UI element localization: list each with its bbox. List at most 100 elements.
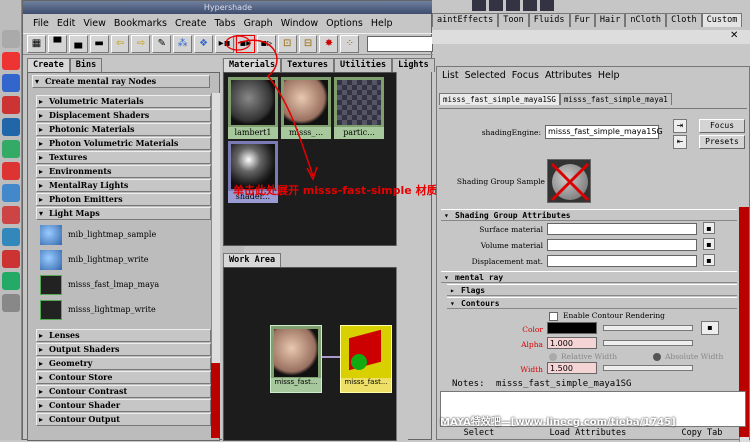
menu-view[interactable]: View xyxy=(79,16,110,33)
map-button-icon[interactable]: ▪ xyxy=(703,254,715,266)
load-attributes-button[interactable]: Load Attributes xyxy=(550,428,627,440)
rearrange-graph-icon[interactable]: ⁂ xyxy=(173,35,193,53)
tab-lights[interactable]: Lights xyxy=(392,58,435,72)
back-arrow-icon[interactable]: ⇦ xyxy=(110,35,130,53)
create-mental-ray-header[interactable]: Create mental ray Nodes xyxy=(32,75,210,88)
relative-width-radio[interactable] xyxy=(549,353,557,361)
map-button-icon[interactable]: ▪ xyxy=(703,238,715,250)
rotate-tool-icon[interactable] xyxy=(2,96,20,114)
layout-grid-icon[interactable]: ▦ xyxy=(27,35,46,53)
forward-arrow-icon[interactable]: ⇨ xyxy=(131,35,151,53)
section-photon-emitters[interactable]: Photon Emitters xyxy=(36,193,211,206)
close-icon[interactable]: ✕ xyxy=(730,30,744,43)
absolute-width-radio[interactable] xyxy=(653,353,661,361)
color-slider[interactable] xyxy=(603,325,693,331)
materials-scrollbar[interactable] xyxy=(396,72,408,246)
graph-network-icon[interactable]: ❖ xyxy=(194,35,214,53)
tab-material[interactable]: misss_fast_simple_maya1 xyxy=(559,93,672,105)
volume-material-field[interactable] xyxy=(547,239,697,251)
select-button[interactable]: Select xyxy=(464,428,495,440)
list-item[interactable]: misss_lightmap_write xyxy=(38,298,198,322)
enable-contour-checkbox[interactable] xyxy=(549,312,558,321)
create-panel-scroll-thumb[interactable] xyxy=(211,363,220,438)
layout-single-panel-icon[interactable]: ▬ xyxy=(89,35,109,53)
menu-file[interactable]: File xyxy=(29,16,53,33)
frame-flags[interactable]: Flags xyxy=(447,284,737,297)
frame-shading-group-attributes[interactable]: Shading Group Attributes xyxy=(441,209,737,222)
section-contour-contrast[interactable]: Contour Contrast xyxy=(36,385,211,398)
section-volumetric-materials[interactable]: Volumetric Materials xyxy=(36,95,211,108)
ae-menu-focus[interactable]: Focus xyxy=(509,70,542,84)
list-item[interactable]: misss_fast_lmap_maya xyxy=(38,273,198,297)
shelf-tab-fluids[interactable]: Fluids xyxy=(528,13,570,27)
work-node-material[interactable]: misss_fast... xyxy=(270,325,322,393)
section-lenses[interactable]: Lenses xyxy=(36,329,211,342)
section-displacement-shaders[interactable]: Displacement Shaders xyxy=(36,109,211,122)
alpha-field[interactable]: 1.000 xyxy=(547,337,597,349)
focus-button[interactable]: Focus xyxy=(699,119,745,133)
shading-engine-field[interactable]: misss_fast_simple_maya1SG xyxy=(545,125,663,139)
layout-bottom-icon[interactable]: ▄ xyxy=(68,35,88,53)
layout-four-icon[interactable] xyxy=(2,206,20,224)
select-tool-icon[interactable] xyxy=(2,30,20,48)
go-to-input-icon[interactable]: ⇥ xyxy=(673,119,687,133)
ae-menu-help[interactable]: Help xyxy=(595,70,623,84)
tab-bins[interactable]: Bins xyxy=(69,58,103,72)
section-textures[interactable]: Textures xyxy=(36,151,211,164)
shelf-tab-hair[interactable]: Hair xyxy=(594,13,626,27)
go-to-output-icon[interactable]: ⇤ xyxy=(673,135,687,149)
copy-tab-button[interactable]: Copy Tab xyxy=(681,428,722,440)
map-button-icon[interactable]: ▪ xyxy=(703,222,715,234)
layout-outliner-icon[interactable] xyxy=(2,250,20,268)
map-button-icon[interactable]: ▪ xyxy=(701,321,719,335)
ae-menu-attributes[interactable]: Attributes xyxy=(542,70,595,84)
frame-mental-ray[interactable]: mental ray xyxy=(441,271,737,284)
scale-tool-icon[interactable] xyxy=(2,118,20,136)
work-area-scrollbar[interactable] xyxy=(396,267,408,441)
layout-graph-icon[interactable] xyxy=(2,272,20,290)
displacement-material-field[interactable] xyxy=(547,255,697,267)
move-tool-icon[interactable] xyxy=(2,74,20,92)
status-icon[interactable] xyxy=(540,0,554,11)
menu-bookmarks[interactable]: Bookmarks xyxy=(110,16,171,33)
section-mentalray-lights[interactable]: MentalRay Lights xyxy=(36,179,211,192)
list-item[interactable]: mib_lightmap_write xyxy=(38,248,198,272)
layout-custom-icon[interactable] xyxy=(2,294,20,312)
soft-mod-icon[interactable] xyxy=(2,162,20,180)
presets-button[interactable]: Presets xyxy=(699,135,745,149)
status-icon[interactable] xyxy=(472,0,486,11)
section-contour-shader[interactable]: Contour Shader xyxy=(36,399,211,412)
section-photon-volumetric-materials[interactable]: Photon Volumetric Materials xyxy=(36,137,211,150)
tab-shading-group[interactable]: misss_fast_simple_maya1SG xyxy=(439,93,560,105)
surface-material-field[interactable] xyxy=(547,223,697,235)
section-contour-output[interactable]: Contour Output xyxy=(36,413,211,426)
shelf-tab-toon[interactable]: Toon xyxy=(498,13,529,27)
layout-side-icon[interactable] xyxy=(2,228,20,246)
menu-edit[interactable]: Edit xyxy=(53,16,79,33)
layout-single-icon[interactable] xyxy=(2,184,20,202)
tab-work-area[interactable]: Work Area xyxy=(223,253,282,267)
alpha-slider[interactable] xyxy=(603,340,693,346)
menu-create[interactable]: Create xyxy=(171,16,211,33)
section-photonic-materials[interactable]: Photonic Materials xyxy=(36,123,211,136)
manipulator-icon[interactable] xyxy=(2,140,20,158)
shelf-tab-fur[interactable]: Fur xyxy=(569,13,595,27)
work-node-shading-group[interactable]: misss_fast... xyxy=(340,325,392,393)
lasso-tool-icon[interactable] xyxy=(2,52,20,70)
ae-menu-list[interactable]: List xyxy=(439,70,462,84)
layout-top-icon[interactable]: ▀ xyxy=(47,35,67,53)
contour-color-swatch[interactable] xyxy=(547,322,597,334)
shelf-tab-cloth[interactable]: Cloth xyxy=(666,13,702,27)
status-icon[interactable] xyxy=(489,0,503,11)
section-contour-store[interactable]: Contour Store xyxy=(36,371,211,384)
shelf-tab-custom[interactable]: Custom xyxy=(701,13,743,27)
section-light-maps[interactable]: Light Maps xyxy=(36,207,211,220)
status-icon[interactable] xyxy=(523,0,537,11)
search-input[interactable] xyxy=(367,36,434,52)
tab-create[interactable]: Create xyxy=(27,58,70,72)
section-output-shaders[interactable]: Output Shaders xyxy=(36,343,211,356)
frame-contours[interactable]: Contours xyxy=(447,297,737,310)
section-geometry[interactable]: Geometry xyxy=(36,357,211,370)
width-slider[interactable] xyxy=(603,365,693,371)
shelf-tab-painteffects[interactable]: aintEffects xyxy=(432,13,499,27)
